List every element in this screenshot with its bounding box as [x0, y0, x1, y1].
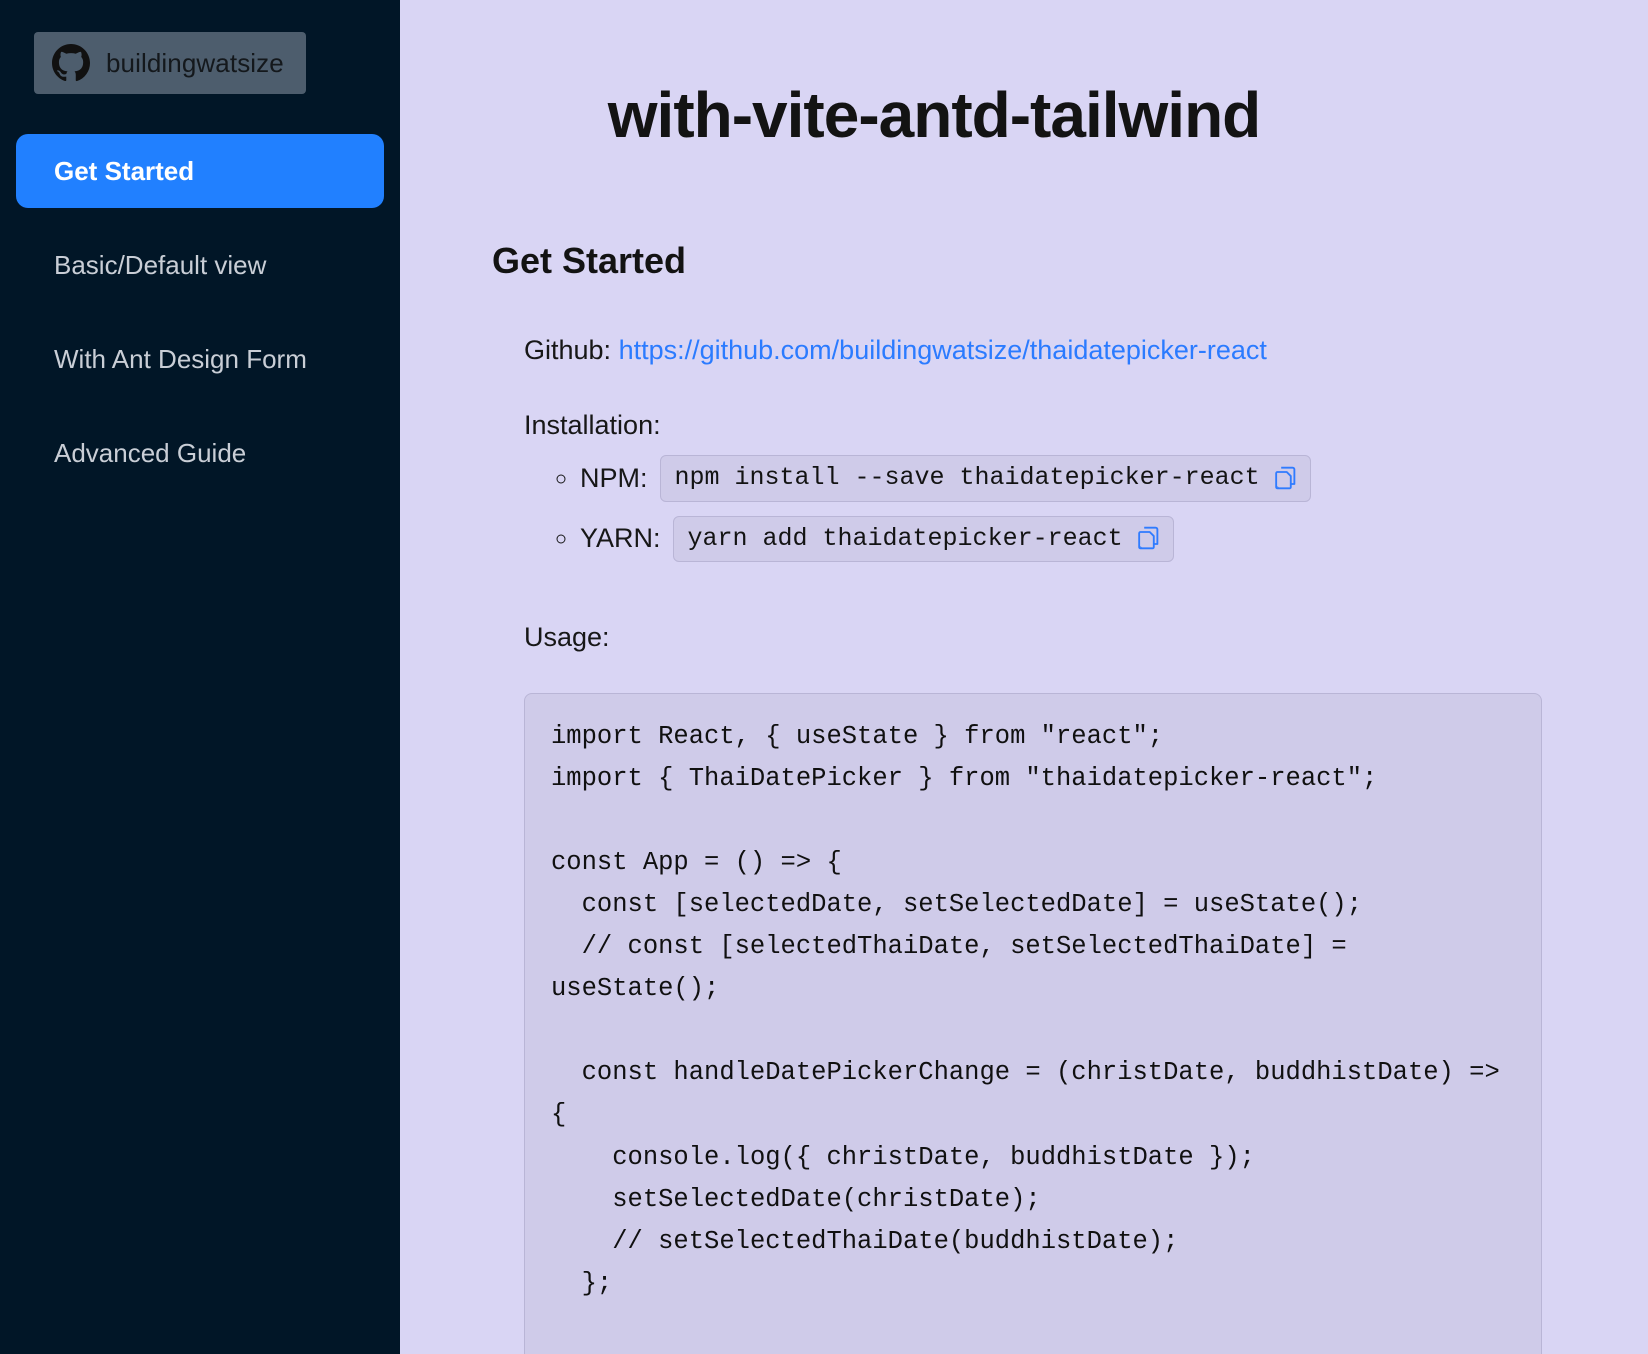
github-label: Github: [524, 335, 619, 365]
main-content: with-vite-antd-tailwind Get Started Gith… [400, 0, 1648, 1354]
github-line: Github: https://github.com/buildingwatsi… [524, 334, 1648, 366]
list-item: YARN: yarn add thaidatepicker-react [580, 512, 1648, 566]
sidebar: buildingwatsize Get Started Basic/Defaul… [0, 0, 400, 1354]
npm-command-box[interactable]: npm install --save thaidatepicker-react [659, 455, 1311, 502]
yarn-label: YARN: [580, 523, 661, 554]
usage-label: Usage: [524, 621, 610, 652]
sidebar-item-get-started[interactable]: Get Started [16, 134, 384, 208]
copy-icon[interactable] [1137, 526, 1159, 550]
yarn-command-text: yarn add thaidatepicker-react [687, 523, 1123, 553]
npm-label: NPM: [580, 463, 648, 494]
sidebar-item-basic-default-view[interactable]: Basic/Default view [8, 228, 392, 302]
sidebar-item-with-ant-design-form[interactable]: With Ant Design Form [8, 322, 392, 396]
section-title-get-started: Get Started [492, 240, 687, 281]
content-body: Github: https://github.com/buildingwatsi… [524, 334, 1648, 1354]
yarn-command-box[interactable]: yarn add thaidatepicker-react [672, 515, 1174, 562]
installation-list: NPM: npm install --save thaidatepicker-r… [524, 451, 1648, 566]
list-item: NPM: npm install --save thaidatepicker-r… [580, 451, 1648, 505]
github-badge-label: buildingwatsize [106, 48, 284, 78]
usage-code-block[interactable]: import React, { useState } from "react";… [524, 692, 1542, 1354]
github-icon [52, 44, 90, 82]
github-link[interactable]: https://github.com/buildingwatsize/thaid… [619, 335, 1267, 365]
page-title: with-vite-antd-tailwind [607, 79, 1262, 151]
github-follow-badge[interactable]: buildingwatsize [34, 32, 306, 94]
sidebar-nav: Get Started Basic/Default view With Ant … [8, 134, 392, 490]
copy-icon[interactable] [1274, 466, 1296, 490]
app-root: buildingwatsize Get Started Basic/Defaul… [0, 0, 1648, 1354]
sidebar-item-advanced-guide[interactable]: Advanced Guide [8, 416, 392, 490]
npm-command-text: npm install --save thaidatepicker-react [674, 463, 1260, 493]
installation-label: Installation: [524, 410, 661, 441]
